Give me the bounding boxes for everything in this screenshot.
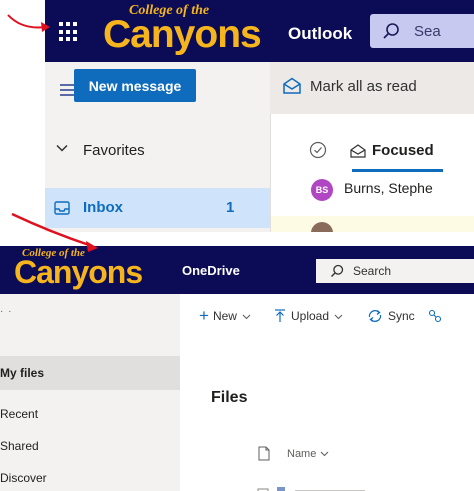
message-sender: Burns, Stephe: [344, 180, 433, 196]
favorites-label: Favorites: [83, 142, 145, 159]
college-logo[interactable]: College of the Canyons: [103, 4, 262, 56]
college-logo[interactable]: College of the Canyons: [14, 248, 143, 290]
chevron-down-icon: [320, 448, 329, 460]
files-content: Files Name: [180, 339, 474, 491]
search-icon: [382, 22, 400, 45]
inbox-label: Inbox: [83, 199, 123, 216]
upload-label: Upload: [291, 309, 330, 323]
focused-tab-indicator: [352, 169, 443, 172]
upload-button[interactable]: Upload: [274, 309, 343, 323]
envelope-open-icon: [283, 77, 301, 94]
list-item[interactable]: [271, 216, 474, 232]
hamburger-icon[interactable]: · ·: [0, 306, 12, 317]
hamburger-icon[interactable]: [60, 84, 75, 99]
inbox-unread-count: 1: [226, 199, 235, 216]
plus-icon: +: [199, 306, 209, 325]
message-list: Focused BS Burns, Stephe: [270, 114, 474, 232]
avatar: [311, 222, 333, 232]
file-icon: [258, 446, 270, 461]
app-title[interactable]: OneDrive: [182, 263, 240, 278]
avatar: BS: [311, 179, 333, 201]
new-button[interactable]: + New: [199, 306, 251, 325]
outlook-command-bar: New message Mark all as read: [45, 62, 474, 114]
chevron-down-icon[interactable]: [55, 141, 69, 160]
app-launcher-icon[interactable]: [59, 22, 79, 42]
app-title[interactable]: Outlook: [288, 24, 352, 44]
folder-item-inbox[interactable]: Inbox 1: [45, 188, 270, 228]
search-box[interactable]: Sea: [370, 14, 474, 48]
onedrive-panel: College of the Canyons OneDrive Search ·…: [0, 246, 474, 491]
page-title: Files: [211, 389, 248, 406]
mark-all-read-label: Mark all as read: [310, 77, 417, 95]
sidebar-item-label: My files: [0, 366, 45, 380]
logo-big-text: Canyons: [103, 13, 262, 56]
select-all-check-icon[interactable]: [309, 141, 327, 164]
search-placeholder: Sea: [414, 23, 441, 40]
list-item[interactable]: BS Burns, Stephe: [271, 174, 474, 216]
name-column-label: Name: [287, 447, 317, 460]
outlook-header-bar: College of the Canyons Outlook Sea: [45, 0, 474, 62]
table-row[interactable]: [255, 482, 455, 491]
sidebar-item-shared[interactable]: Shared: [0, 439, 39, 453]
sidebar-item-recent[interactable]: Recent: [0, 407, 38, 421]
new-message-button[interactable]: New message: [74, 69, 196, 102]
sync-button[interactable]: Sync: [367, 309, 415, 323]
focused-tab-label: Focused: [372, 142, 434, 159]
sync-icon: [368, 309, 382, 323]
logo-big-text: Canyons: [14, 254, 143, 290]
inbox-icon: [53, 199, 71, 222]
search-placeholder: Search: [353, 264, 392, 278]
favorites-section[interactable]: Favorites: [45, 114, 270, 186]
onedrive-sidebar: · · My files Recent Shared Discover: [0, 294, 180, 491]
onedrive-header-bar: College of the Canyons OneDrive Search: [0, 246, 474, 294]
tab-focused[interactable]: Focused: [350, 142, 434, 159]
folder-pane: Favorites Inbox 1: [45, 114, 270, 232]
sync-label: Sync: [388, 309, 415, 323]
search-box[interactable]: Search: [316, 259, 474, 283]
outlook-panel: College of the Canyons Outlook Sea New m…: [45, 0, 474, 232]
new-label: New: [212, 309, 237, 323]
sidebar-item-my-files[interactable]: My files: [0, 356, 180, 390]
more-commands-icon[interactable]: [428, 309, 442, 323]
name-column-header[interactable]: Name: [258, 446, 329, 461]
sidebar-item-discover[interactable]: Discover: [0, 471, 47, 485]
focused-inbox-icon: [350, 143, 366, 158]
upload-icon: [275, 309, 285, 322]
message-toolbar: Mark all as read: [270, 62, 474, 114]
onedrive-command-bar: + New Upload Sync: [180, 294, 474, 339]
message-list-header: Focused: [271, 114, 474, 174]
chevron-down-icon: [242, 309, 251, 323]
search-icon: [330, 264, 344, 283]
chevron-down-icon: [334, 309, 343, 323]
mark-all-read-button[interactable]: Mark all as read: [282, 77, 417, 95]
